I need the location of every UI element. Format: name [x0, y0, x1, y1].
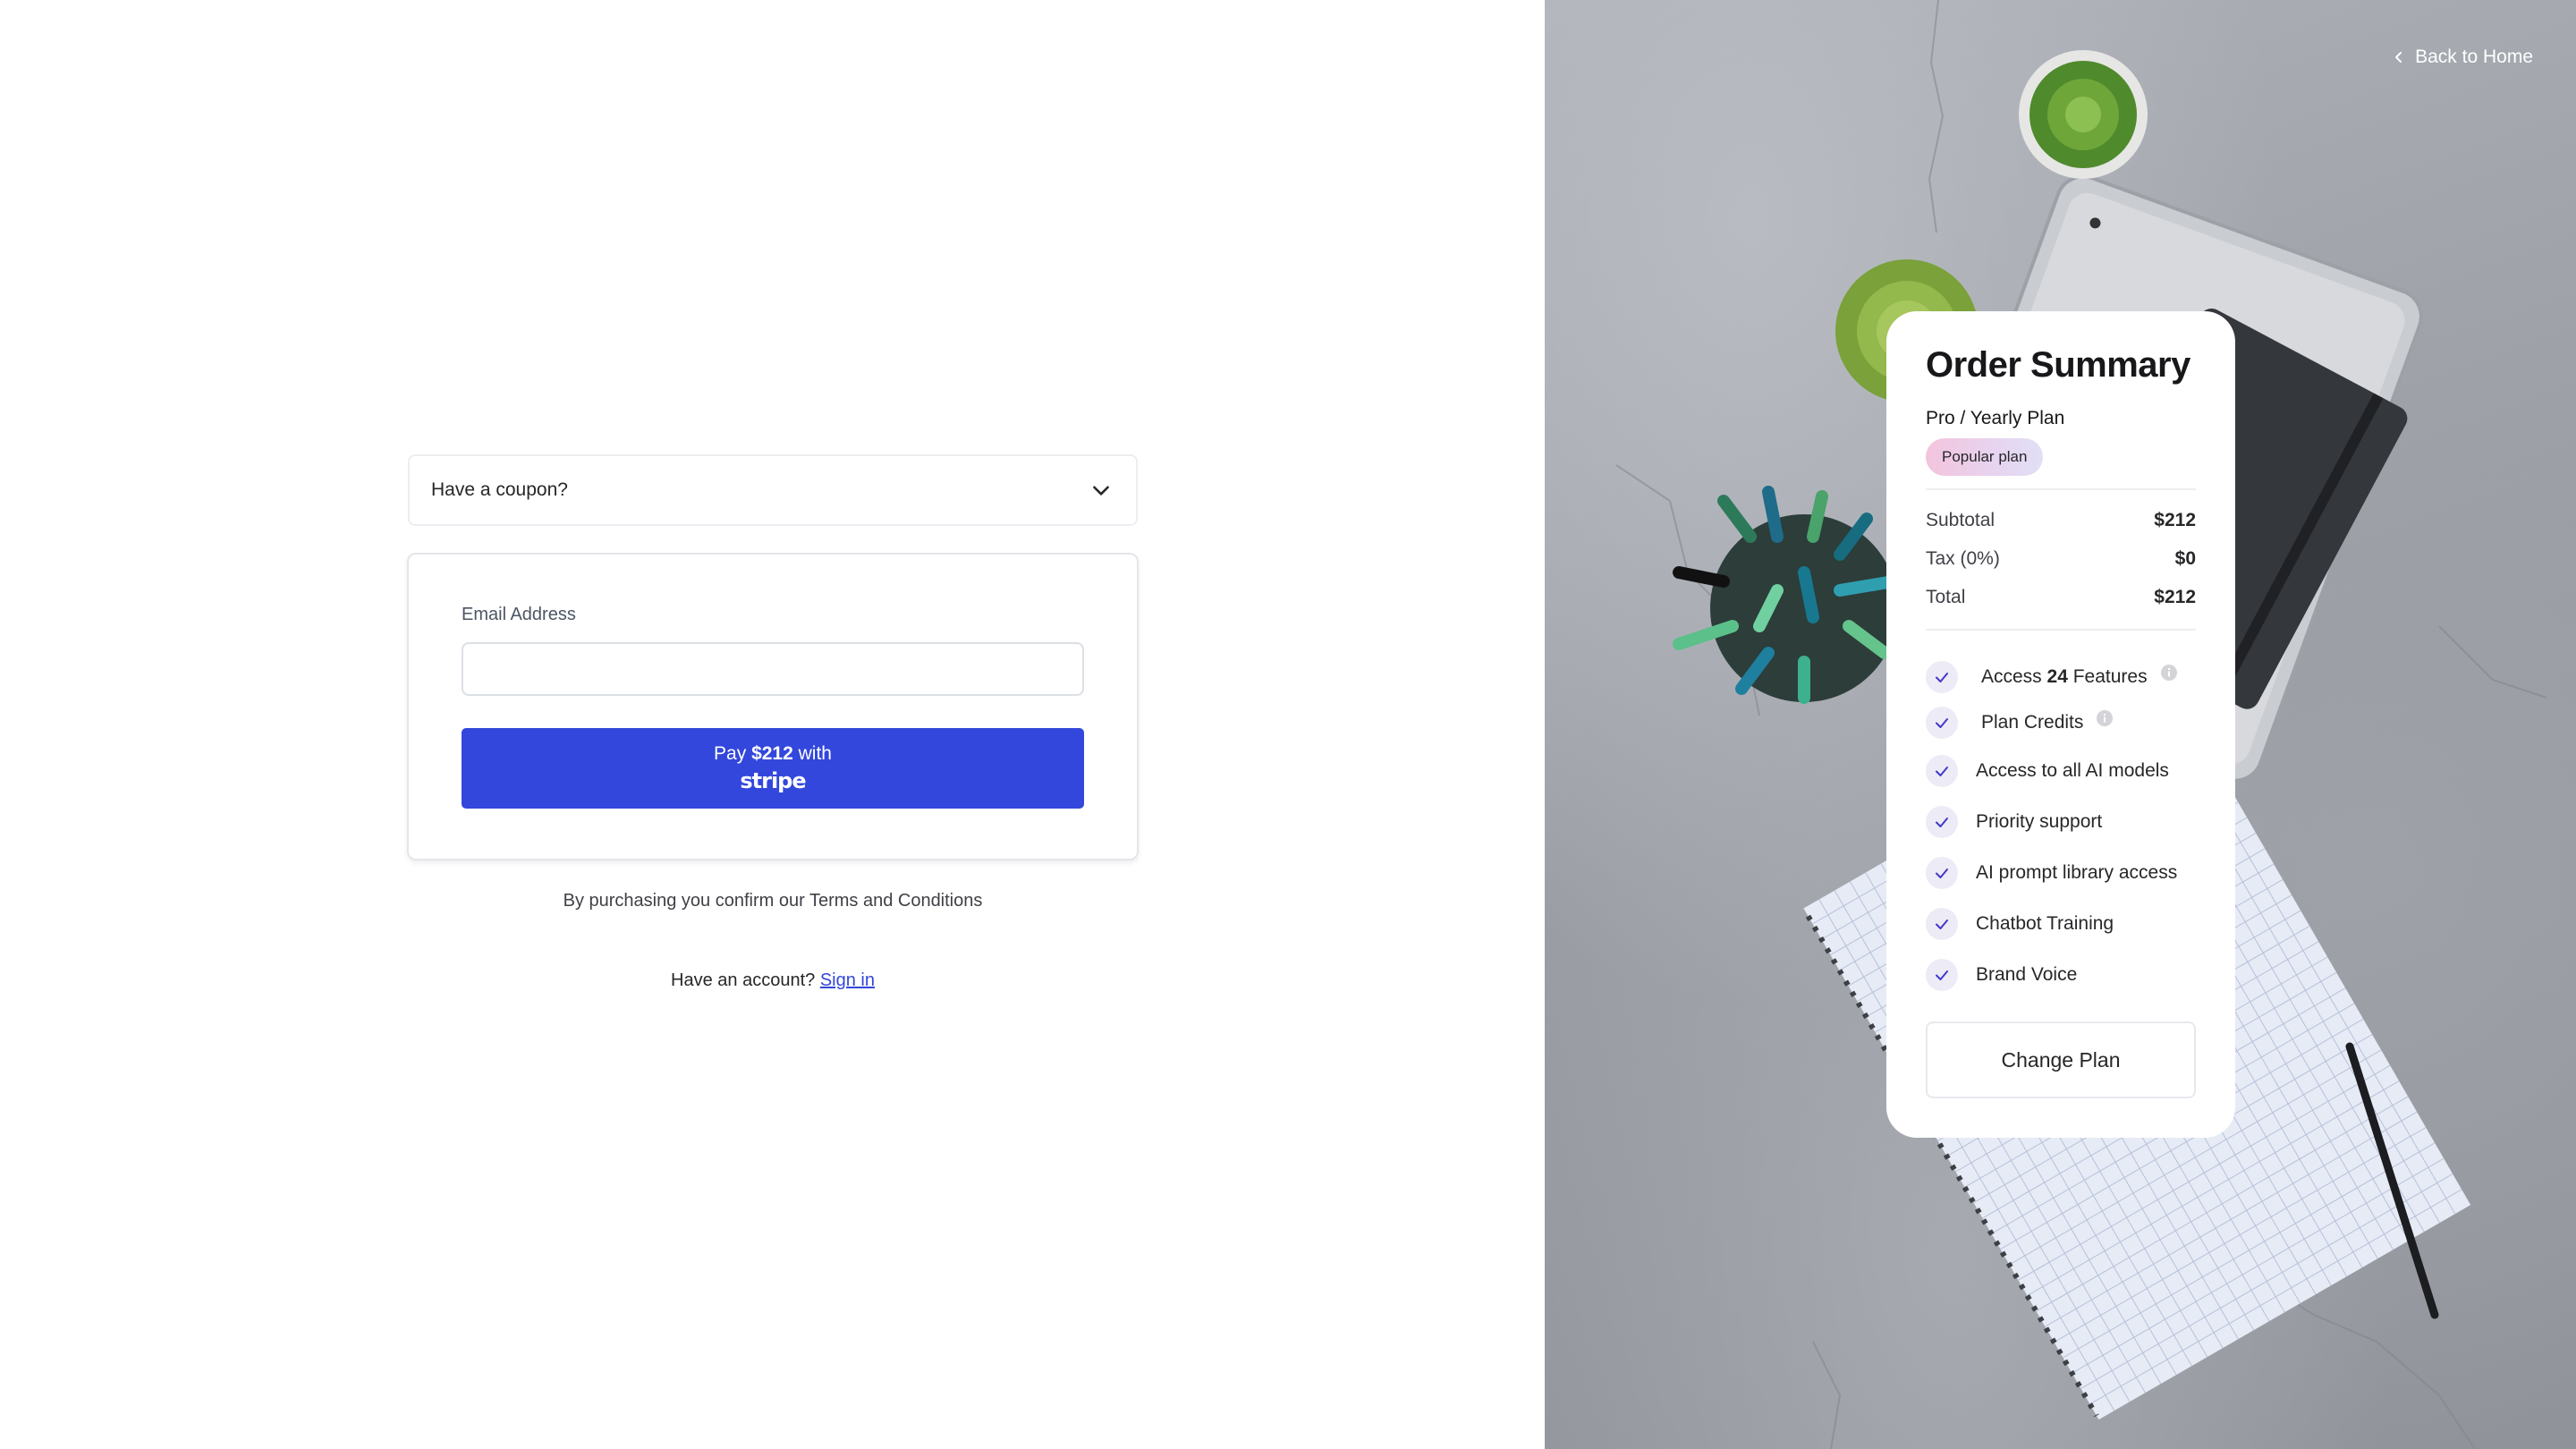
pay-button-text: Pay $212 with — [714, 742, 832, 766]
sign-in-link[interactable]: Sign in — [820, 970, 875, 990]
stripe-logo: stripe — [740, 768, 806, 793]
feature-item: Chatbot Training — [1926, 898, 2196, 949]
feature-label: Priority support — [1976, 810, 2103, 832]
feature-item: Priority support — [1926, 796, 2196, 847]
subtotal-row: Subtotal $212 — [1926, 501, 2196, 539]
check-badge — [1926, 706, 1958, 739]
terms-notice: By purchasing you confirm our Terms and … — [563, 891, 983, 911]
pay-amount: $212 — [751, 743, 793, 764]
feature-item: AI prompt library access — [1926, 847, 2196, 898]
feature-label: Plan Credits — [1981, 711, 2084, 733]
feature-label: Access 24 Features — [1981, 666, 2148, 688]
feature-item: Plan Credits — [1926, 699, 2196, 745]
feature-label: AI prompt library access — [1976, 861, 2178, 883]
subtotal-value: $212 — [2154, 509, 2196, 530]
feature-item: Brand Voice — [1926, 949, 2196, 1000]
tax-row: Tax (0%) $0 — [1926, 539, 2196, 578]
payment-form-card: Email Address Pay $212 with stripe — [407, 553, 1139, 860]
account-prompt-text: Have an account? — [671, 970, 820, 990]
info-icon[interactable] — [2096, 709, 2114, 727]
feature-item: Access 24 Features — [1926, 654, 2196, 699]
pay-suffix: with — [792, 743, 832, 764]
check-icon — [1936, 717, 1948, 728]
feature-label-post: Features — [2067, 665, 2148, 687]
tax-value: $0 — [2174, 547, 2196, 569]
change-plan-button[interactable]: Change Plan — [1926, 1021, 2196, 1098]
feature-label-pre: Access — [1981, 665, 2047, 687]
total-label: Total — [1926, 586, 1966, 607]
feature-count: 24 — [2046, 665, 2068, 687]
signin-prompt: Have an account? Sign in — [408, 970, 1138, 991]
pay-with-stripe-button[interactable]: Pay $212 with stripe — [462, 728, 1084, 809]
feature-label: Access to all AI models — [1976, 759, 2169, 781]
feature-label: Chatbot Training — [1976, 912, 2114, 934]
divider — [1926, 629, 2196, 631]
check-badge — [1926, 805, 1958, 838]
order-summary-card: Order Summary Pro / Yearly Plan Popular … — [1886, 311, 2235, 1138]
order-summary-pane: Back to Home Order Summary Pro / Yearly … — [1545, 0, 2576, 1449]
marker-cup — [1673, 486, 1900, 704]
tax-label: Tax (0%) — [1926, 547, 2000, 569]
check-icon — [1936, 919, 1948, 929]
check-badge — [1926, 958, 1958, 991]
order-summary-title: Order Summary — [1926, 345, 2190, 385]
coupon-toggle[interactable]: Have a coupon? — [408, 454, 1138, 526]
check-icon — [1936, 868, 1948, 878]
checkout-pane: Have a coupon? Email Address Pay $212 wi… — [0, 0, 1545, 1449]
total-value: $212 — [2154, 586, 2196, 607]
feature-item: Access to all AI models — [1926, 745, 2196, 796]
divider — [1926, 488, 2196, 490]
plan-name: Pro / Yearly Plan — [1926, 408, 2065, 428]
check-badge — [1926, 907, 1958, 940]
check-badge — [1926, 856, 1958, 889]
email-field[interactable] — [462, 642, 1084, 696]
feature-list: Access 24 Features Plan Credits Access t… — [1926, 654, 2196, 1000]
check-badge — [1926, 660, 1958, 693]
coupon-label: Have a coupon? — [431, 479, 568, 500]
feature-label: Brand Voice — [1976, 963, 2078, 985]
info-icon[interactable] — [2160, 664, 2178, 682]
check-icon — [1936, 766, 1948, 776]
pay-prefix: Pay — [714, 743, 752, 764]
potted-succulent — [2019, 50, 2148, 179]
check-icon — [1936, 817, 1948, 827]
check-icon — [1936, 970, 1948, 980]
back-to-home-link[interactable]: Back to Home — [2392, 47, 2533, 68]
back-label: Back to Home — [2415, 47, 2533, 67]
popular-plan-badge: Popular plan — [1926, 438, 2044, 476]
total-row: Total $212 — [1926, 578, 2196, 616]
check-badge — [1926, 754, 1958, 787]
email-label: Email Address — [462, 605, 576, 624]
chevron-left-icon — [2395, 52, 2402, 63]
check-icon — [1936, 672, 1948, 682]
subtotal-label: Subtotal — [1926, 509, 1996, 530]
chevron-down-icon — [1093, 486, 1109, 496]
